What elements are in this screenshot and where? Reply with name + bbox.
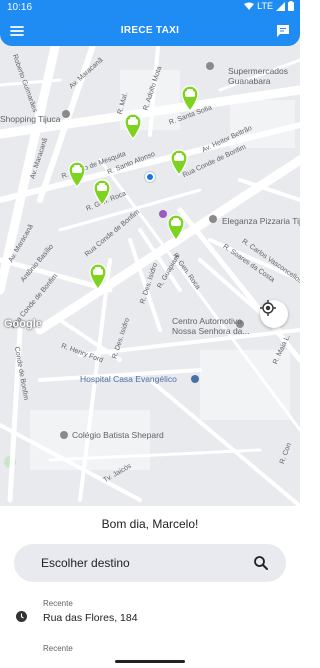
recent-destination-item[interactable]: Recente Rua das Flores, 184: [0, 599, 300, 639]
search-icon[interactable]: [253, 555, 269, 571]
poi-label-colegio[interactable]: Colégio Batista Shepard: [72, 430, 164, 440]
chat-icon: [277, 25, 289, 37]
google-logo: Google: [4, 318, 42, 330]
poi-label-centro-automotivo[interactable]: Centro Automotivo Nossa Senhora da...: [172, 316, 258, 336]
taxi-pin[interactable]: [122, 112, 144, 140]
taxi-pin[interactable]: [168, 148, 190, 176]
taxi-car-icon: [89, 263, 107, 290]
status-time: 10:16: [7, 2, 33, 13]
status-icons: LTE: [244, 1, 294, 11]
taxi-pin[interactable]: [91, 178, 113, 206]
map-view[interactable]: Av. Maracanã R. Adolfo Mota R. Mal. R. S…: [0, 30, 300, 506]
app-title: IRECE TAXI: [120, 25, 180, 36]
poi-label-shopping[interactable]: Shopping Tijuca: [0, 114, 61, 124]
taxi-pin[interactable]: [165, 213, 187, 241]
poi-label-hospital[interactable]: Hospital Casa Evangélico: [80, 374, 177, 384]
recent-label: Recente: [43, 644, 73, 653]
destination-search-box[interactable]: Escolher destino: [14, 544, 286, 582]
app-bar: IRECE TAXI: [0, 16, 300, 46]
system-navigation-bar: [0, 656, 300, 668]
poi-label-supermercado[interactable]: Supermercados Guanabara: [228, 66, 298, 86]
battery-icon: [288, 1, 294, 11]
recent-address: Rua das Flores, 184: [43, 612, 138, 624]
taxi-car-icon: [167, 214, 185, 241]
wifi-icon: [244, 2, 255, 10]
status-bar: 10:16 LTE: [0, 0, 300, 16]
my-location-icon: [260, 300, 276, 316]
user-location-dot: [145, 172, 155, 182]
my-location-button[interactable]: [260, 300, 288, 328]
destination-label: Escolher destino: [41, 556, 130, 570]
greeting-text: Bom dia, Marcelo!: [101, 517, 199, 531]
taxi-pin[interactable]: [179, 84, 201, 112]
poi-label-pizzaria[interactable]: Eleganza Pizzaria Tijuca: [222, 216, 300, 226]
taxi-car-icon: [93, 179, 111, 206]
chat-button[interactable]: [275, 23, 291, 39]
recent-label: Recente: [43, 599, 73, 608]
taxi-pin[interactable]: [87, 262, 109, 290]
clock-icon: [16, 611, 27, 622]
taxi-car-icon: [170, 149, 188, 176]
home-gesture-handle[interactable]: [115, 660, 185, 663]
bottom-sheet: Bom dia, Marcelo! Escolher destino Recen…: [0, 506, 300, 668]
taxi-car-icon: [68, 161, 86, 188]
taxi-pin[interactable]: [66, 160, 88, 188]
taxi-car-icon: [181, 85, 199, 112]
network-type: LTE: [257, 1, 273, 11]
signal-icon: [276, 1, 285, 11]
taxi-car-icon: [124, 113, 142, 140]
